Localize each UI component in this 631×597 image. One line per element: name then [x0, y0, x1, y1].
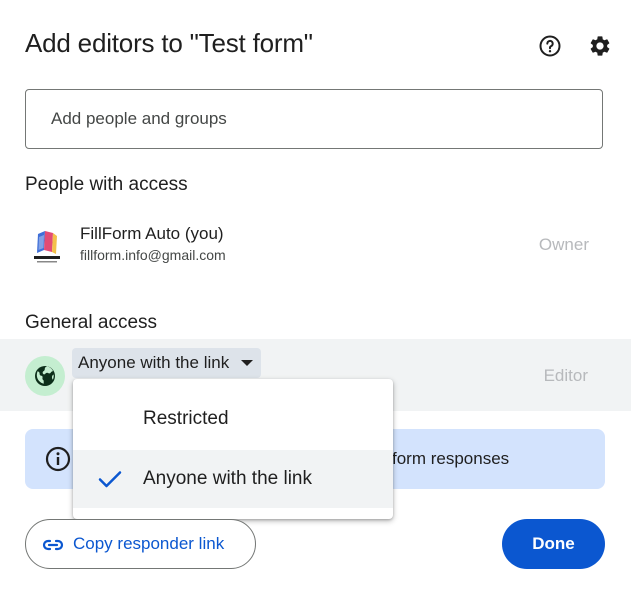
help-circle-icon	[538, 34, 562, 63]
checkmark-icon	[97, 469, 123, 495]
fillform-logo-avatar	[31, 226, 63, 266]
settings-button[interactable]	[585, 33, 615, 63]
gear-icon	[588, 34, 612, 63]
option-anyone-with-link[interactable]: Anyone with the link	[73, 450, 393, 508]
general-access-select[interactable]: Anyone with the link	[72, 348, 262, 378]
access-role: Editor	[543, 366, 588, 385]
copy-responder-link-label: Copy responder link	[73, 534, 225, 553]
caret-down-icon	[241, 360, 254, 366]
help-button[interactable]	[535, 33, 565, 63]
globe-icon	[25, 356, 65, 396]
option-label: Anyone with the link	[143, 468, 312, 489]
copy-responder-link-button[interactable]: Copy responder link	[25, 519, 256, 569]
general-access-heading: General access	[25, 312, 158, 333]
person-name: FillForm Auto (you)	[80, 224, 224, 243]
person-role: Owner	[538, 235, 589, 254]
person-email: fillform.info@gmail.com	[80, 247, 226, 263]
option-label: Restricted	[143, 408, 229, 429]
general-access-dropdown-menu: Restricted Anyone with the link	[73, 379, 393, 519]
option-restricted[interactable]: Restricted	[73, 390, 393, 448]
people-with-access-heading: People with access	[25, 174, 188, 195]
done-button[interactable]: Done	[502, 519, 605, 569]
person-row: FillForm Auto (you) fillform.info@gmail.…	[25, 222, 595, 270]
dialog-title: Add editors to "Test form"	[25, 28, 313, 58]
add-people-input[interactable]	[25, 89, 603, 149]
info-banner-text: form responses	[392, 449, 510, 468]
link-icon	[42, 535, 64, 560]
general-access-selected: Anyone with the link	[78, 353, 230, 372]
share-dialog: Add editors to "Test form" People with a…	[0, 0, 631, 597]
info-icon	[45, 446, 71, 477]
